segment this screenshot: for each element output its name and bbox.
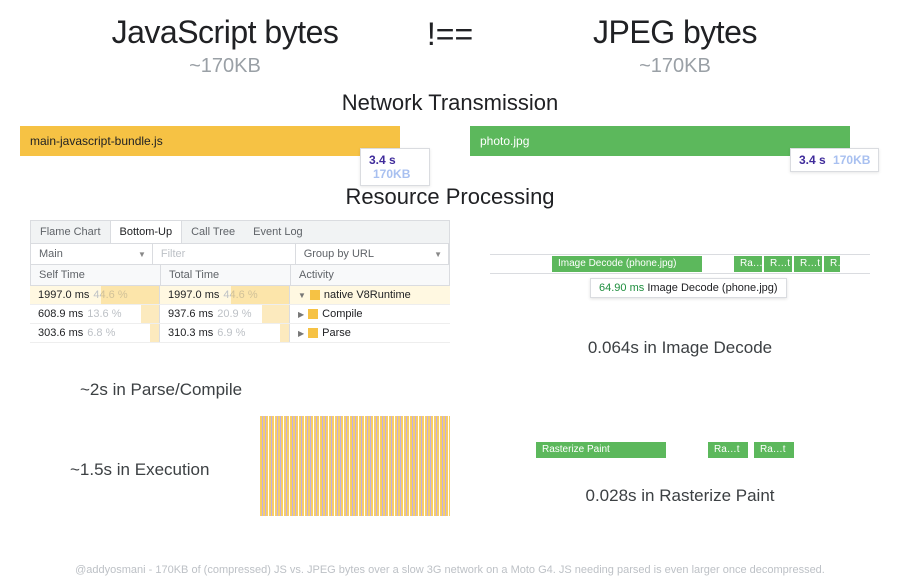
network-bars: main-javascript-bundle.js 3.4 s 170KB ph… (0, 126, 900, 156)
network-section-title: Network Transmission (0, 90, 900, 116)
processing-row: Flame Chart Bottom-Up Call Tree Event Lo… (0, 220, 900, 358)
decode-tooltip: 64.90 ms Image Decode (phone.jpg) (590, 278, 787, 298)
decode-chip-small-2: R…t (764, 256, 792, 272)
devtools-bottomup-panel: Flame Chart Bottom-Up Call Tree Event Lo… (30, 220, 450, 358)
footer-caption: @addyosmani - 170KB of (compressed) JS v… (0, 564, 900, 576)
raster-track: Rasterize Paint Ra…t Ra…t (490, 442, 870, 458)
processing-section-title: Resource Processing (0, 184, 900, 210)
js-title: JavaScript bytes (35, 14, 415, 51)
tab-event-log[interactable]: Event Log (244, 221, 312, 243)
js-network-bar: main-javascript-bundle.js (20, 126, 400, 156)
header: JavaScript bytes ~170KB !== JPEG bytes ~… (0, 0, 900, 78)
col-total-time[interactable]: Total Time (161, 265, 291, 285)
decode-chip-small-3: R…t (794, 256, 822, 272)
col-activity[interactable]: Activity (291, 265, 449, 285)
parse-compile-summary: ~2s in Parse/Compile (30, 380, 450, 400)
expand-icon[interactable]: ▶ (298, 329, 304, 338)
jpeg-column-header: JPEG bytes ~170KB (485, 14, 865, 78)
decode-tooltip-wrap: 64.90 ms Image Decode (phone.jpg) (490, 274, 870, 298)
jpeg-network-bar-wrap: photo.jpg 3.4 s 170KB (470, 126, 880, 156)
thread-select[interactable]: Main (31, 244, 153, 264)
not-equal-operator: !== (415, 14, 485, 78)
self-time-cell: 1997.0 ms44.6 % (30, 286, 160, 304)
decode-track: Image Decode (phone.jpg) Ra…t R…t R…t R… (490, 254, 870, 274)
js-timing-badge: 3.4 s 170KB (360, 148, 430, 186)
table-row[interactable]: 1997.0 ms44.6 %1997.0 ms44.6 %▼native V8… (30, 286, 450, 305)
self-time-cell: 608.9 ms13.6 % (30, 305, 160, 323)
raster-chip: Rasterize Paint (536, 442, 666, 458)
tab-bottom-up[interactable]: Bottom-Up (110, 221, 183, 243)
group-select[interactable]: Group by URL (296, 244, 449, 264)
bottom-row-1: ~2s in Parse/Compile (0, 362, 900, 400)
activity-cell: ▶Compile (290, 305, 450, 323)
raster-summary: 0.028s in Rasterize Paint (490, 486, 870, 506)
activity-cell: ▼native V8Runtime (290, 286, 450, 304)
decode-chip-small-1: Ra…t (734, 256, 762, 272)
image-decode-panel: Image Decode (phone.jpg) Ra…t R…t R…t R…… (490, 220, 870, 358)
js-size: ~170KB (35, 55, 415, 78)
table-rows: 1997.0 ms44.6 %1997.0 ms44.6 %▼native V8… (30, 286, 450, 343)
raster-chip-small-2: Ra…t (754, 442, 794, 458)
js-filename: main-javascript-bundle.js (30, 134, 163, 148)
expand-icon[interactable]: ▶ (298, 310, 304, 319)
jpeg-timing-badge: 3.4 s 170KB (790, 148, 879, 172)
devtools-controls: Main Filter Group by URL (30, 244, 450, 265)
total-time-cell: 1997.0 ms44.6 % (160, 286, 290, 304)
decode-summary: 0.064s in Image Decode (490, 338, 870, 358)
js-column-header: JavaScript bytes ~170KB (35, 14, 415, 78)
bottom-row-2: ~1.5s in Execution Rasterize Paint Ra…t … (0, 406, 900, 516)
jpeg-filename: photo.jpg (480, 134, 529, 148)
total-time-cell: 310.3 ms6.9 % (160, 324, 290, 342)
devtools-tabs: Flame Chart Bottom-Up Call Tree Event Lo… (30, 220, 450, 244)
table-row[interactable]: 608.9 ms13.6 %937.6 ms20.9 %▶Compile (30, 305, 450, 324)
self-time-cell: 303.6 ms6.8 % (30, 324, 160, 342)
col-self-time[interactable]: Self Time (31, 265, 161, 285)
total-time-cell: 937.6 ms20.9 % (160, 305, 290, 323)
expand-icon[interactable]: ▼ (298, 291, 306, 300)
jpeg-title: JPEG bytes (485, 14, 865, 51)
category-color-icon (308, 328, 318, 338)
category-color-icon (308, 309, 318, 319)
table-row[interactable]: 303.6 ms6.8 %310.3 ms6.9 %▶Parse (30, 324, 450, 343)
decode-chip: Image Decode (phone.jpg) (552, 256, 702, 272)
activity-cell: ▶Parse (290, 324, 450, 342)
jpeg-size: ~170KB (485, 55, 865, 78)
category-color-icon (310, 290, 320, 300)
js-network-bar-wrap: main-javascript-bundle.js 3.4 s 170KB (20, 126, 430, 156)
raster-chip-small-1: Ra…t (708, 442, 748, 458)
filter-input[interactable]: Filter (153, 244, 296, 264)
tab-call-tree[interactable]: Call Tree (182, 221, 244, 243)
flame-chart-thumbnail (260, 416, 450, 516)
execution-summary: ~1.5s in Execution (30, 460, 260, 480)
decode-chip-small-4: R… (824, 256, 840, 272)
tab-flame-chart[interactable]: Flame Chart (31, 221, 110, 243)
table-headers: Self Time Total Time Activity (30, 265, 450, 286)
